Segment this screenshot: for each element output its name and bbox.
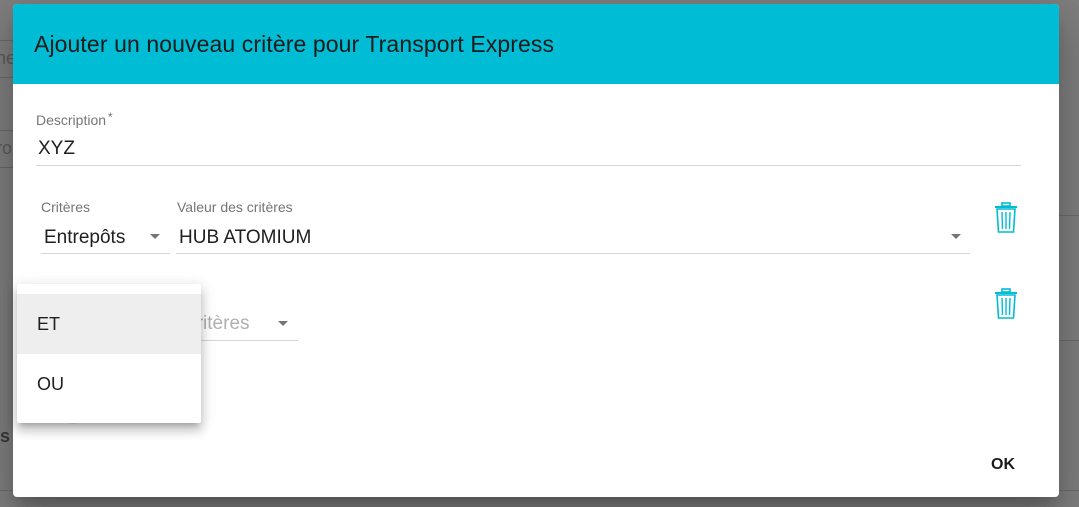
menu-item-ou[interactable]: OU bbox=[17, 354, 201, 414]
menu-item-et[interactable]: ET bbox=[17, 294, 201, 354]
background-text: s bbox=[0, 426, 11, 446]
dialog-title: Ajouter un nouveau critère pour Transpor… bbox=[34, 31, 555, 57]
background-divider bbox=[1059, 215, 1079, 216]
chevron-down-icon[interactable] bbox=[278, 321, 288, 326]
operator-menu: ET OU bbox=[17, 284, 201, 423]
add-criteria-dialog: Ajouter un nouveau critère pour Transpor… bbox=[13, 4, 1059, 497]
criteria-underline bbox=[41, 253, 170, 254]
required-mark: * bbox=[108, 110, 113, 124]
criteria-value-value: HUB ATOMIUM bbox=[179, 227, 312, 248]
criteria-value-label: Valeur des critères bbox=[177, 199, 293, 215]
description-input[interactable]: XYZ bbox=[38, 138, 75, 160]
criteria-value-underline bbox=[176, 253, 970, 254]
criteria-underline-2 bbox=[193, 340, 298, 341]
trash-icon[interactable] bbox=[993, 288, 1019, 320]
background-text: ro bbox=[0, 138, 13, 158]
criteria-value: Entrepôts bbox=[44, 227, 126, 248]
chevron-down-icon[interactable] bbox=[951, 234, 961, 239]
trash-icon[interactable] bbox=[993, 202, 1019, 234]
chevron-down-icon[interactable] bbox=[150, 234, 160, 239]
dialog-header: Ajouter un nouveau critère pour Transpor… bbox=[13, 4, 1059, 84]
description-label: Description * bbox=[36, 110, 113, 128]
description-underline bbox=[36, 165, 1021, 166]
background-divider bbox=[1059, 340, 1079, 341]
criteria-label: Critères bbox=[41, 199, 91, 215]
ok-button[interactable]: OK bbox=[968, 447, 1038, 483]
